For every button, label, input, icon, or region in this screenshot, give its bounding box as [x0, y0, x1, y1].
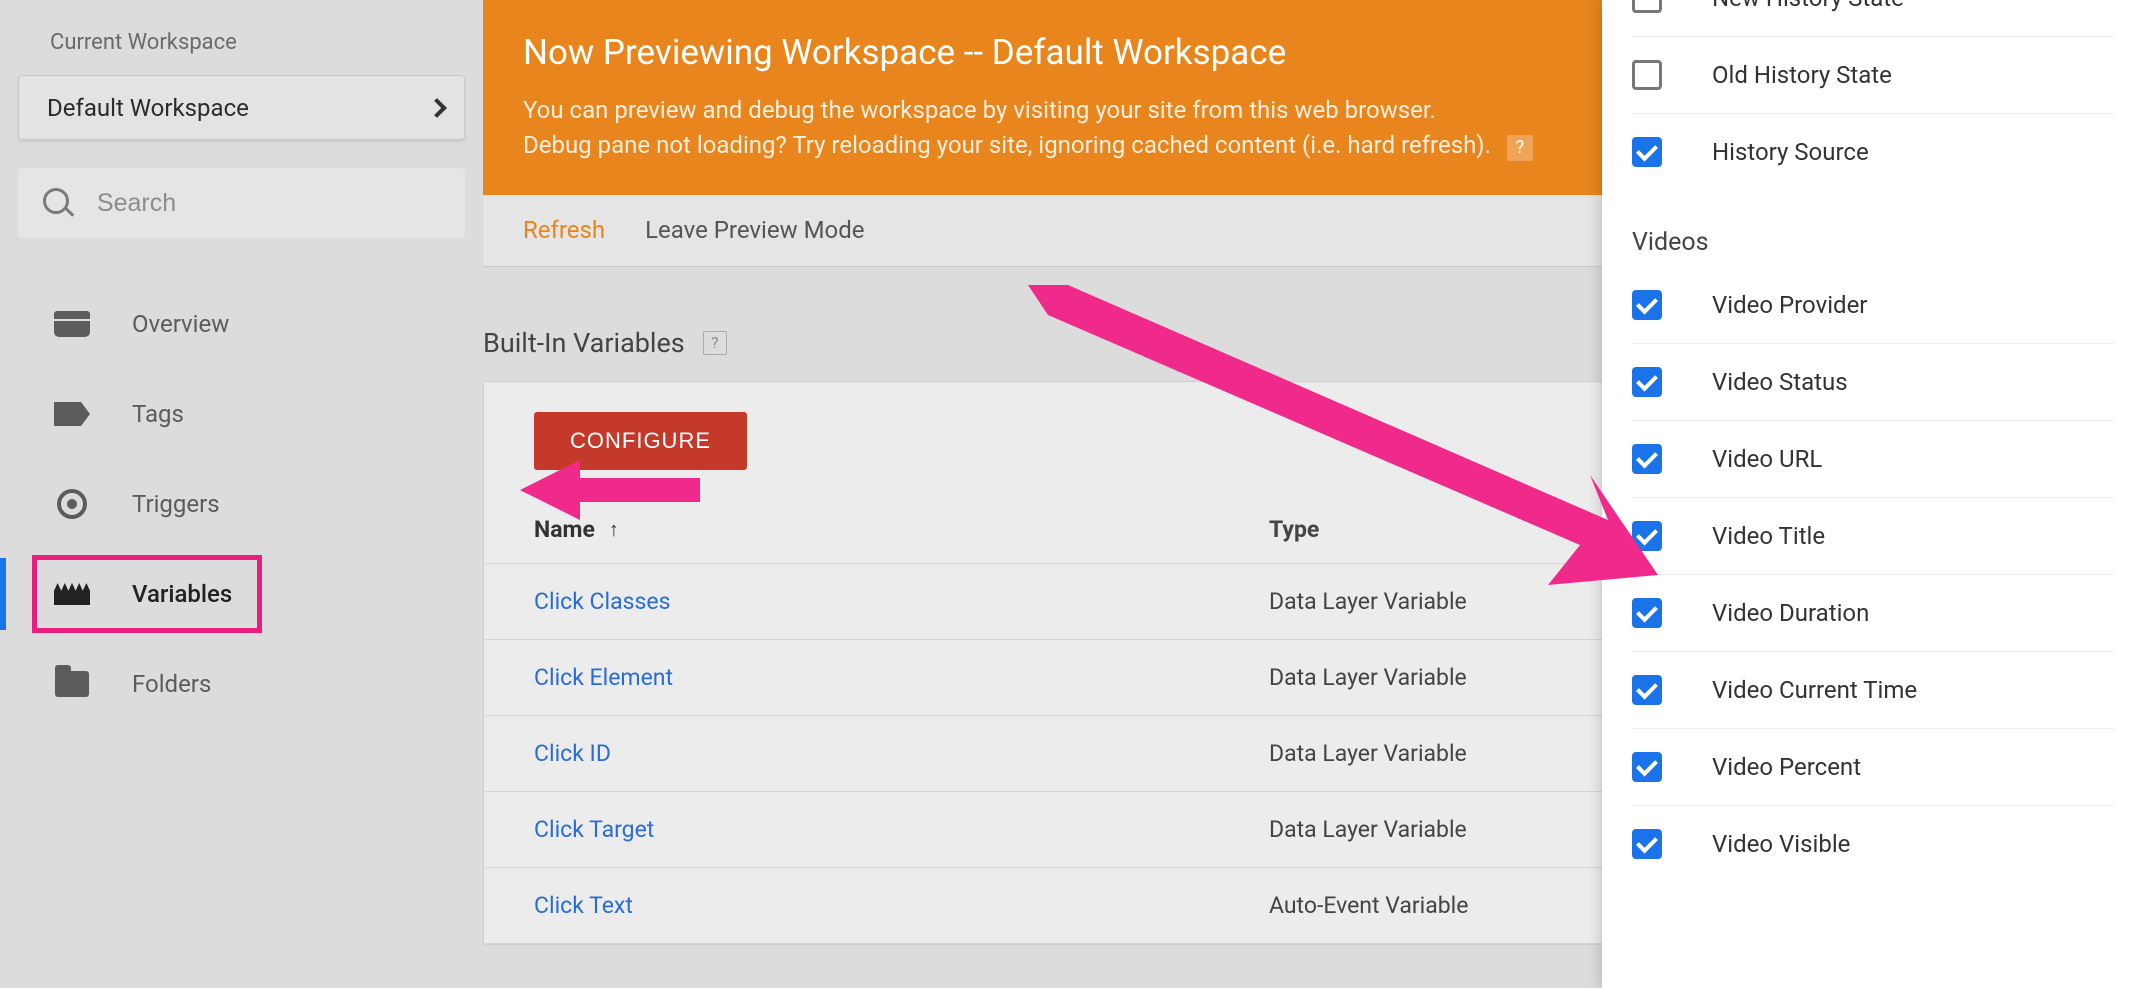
checkbox-unchecked[interactable]	[1632, 0, 1662, 13]
variable-type: Data Layer Variable	[1269, 588, 1467, 615]
search-box[interactable]	[18, 168, 465, 238]
checkbox-label: New History State	[1712, 0, 1904, 12]
tag-icon	[54, 402, 90, 426]
checkbox-label: Old History State	[1712, 61, 1892, 89]
variable-link[interactable]: Click Target	[534, 816, 654, 843]
checkbox-label: History Source	[1712, 138, 1869, 166]
variable-type: Data Layer Variable	[1269, 816, 1467, 843]
workspace-name: Default Workspace	[47, 94, 249, 122]
checkbox-label: Video Visible	[1712, 830, 1850, 858]
variable-link[interactable]: Click ID	[534, 740, 611, 767]
checkbox-label: Video Duration	[1712, 599, 1869, 627]
checkbox-label: Video URL	[1712, 445, 1822, 473]
checkbox-row[interactable]: Video Current Time	[1632, 652, 2114, 729]
overview-icon	[54, 311, 90, 337]
checkbox-checked[interactable]	[1632, 829, 1662, 859]
checkbox-checked[interactable]	[1632, 137, 1662, 167]
search-input[interactable]	[97, 189, 440, 218]
current-workspace-label: Current Workspace	[50, 30, 483, 55]
leave-preview-link[interactable]: Leave Preview Mode	[645, 216, 864, 244]
checkbox-label: Video Current Time	[1712, 676, 1917, 704]
sidebar-item-label: Overview	[132, 310, 229, 338]
checkbox-row[interactable]: Video URL	[1632, 421, 2114, 498]
sidebar: Current Workspace Default Workspace Over…	[0, 0, 483, 988]
configure-panel: New History State Old History State Histo…	[1602, 0, 2154, 988]
checkbox-row[interactable]: New History State	[1632, 0, 2114, 37]
folder-icon	[55, 671, 89, 697]
variable-link[interactable]: Click Classes	[534, 588, 670, 615]
sidebar-item-label: Variables	[132, 580, 232, 608]
chevron-right-icon	[427, 98, 447, 118]
sidebar-item-label: Tags	[132, 400, 184, 428]
checkbox-row[interactable]: Video Duration	[1632, 575, 2114, 652]
sidebar-item-label: Folders	[132, 670, 211, 698]
search-icon	[43, 188, 69, 218]
panel-group-heading: Videos	[1632, 190, 2114, 267]
checkbox-row[interactable]: Video Visible	[1632, 806, 2114, 882]
checkbox-row[interactable]: Old History State	[1632, 37, 2114, 114]
checkbox-row[interactable]: Video Status	[1632, 344, 2114, 421]
checkbox-label: Video Percent	[1712, 753, 1861, 781]
variable-type: Data Layer Variable	[1269, 740, 1467, 767]
checkbox-label: Video Status	[1712, 368, 1848, 396]
variable-type: Auto-Event Variable	[1269, 892, 1468, 919]
workspace-selector[interactable]: Default Workspace	[18, 75, 465, 140]
sidebar-item-tags[interactable]: Tags	[0, 378, 483, 450]
sidebar-item-label: Triggers	[132, 490, 220, 518]
checkbox-checked[interactable]	[1632, 290, 1662, 320]
refresh-link[interactable]: Refresh	[523, 216, 605, 244]
checkbox-row[interactable]: Video Title	[1632, 498, 2114, 575]
sort-ascending-icon: ↑	[609, 517, 619, 542]
help-icon[interactable]: ?	[1507, 135, 1533, 161]
checkbox-row[interactable]: Video Percent	[1632, 729, 2114, 806]
checkbox-label: Video Provider	[1712, 291, 1867, 319]
checkbox-checked[interactable]	[1632, 367, 1662, 397]
variable-link[interactable]: Click Element	[534, 664, 673, 691]
checkbox-unchecked[interactable]	[1632, 60, 1662, 90]
trigger-icon	[57, 489, 87, 519]
checkbox-checked[interactable]	[1632, 752, 1662, 782]
checkbox-checked[interactable]	[1632, 521, 1662, 551]
checkbox-checked[interactable]	[1632, 598, 1662, 628]
sidebar-item-variables[interactable]: Variables	[0, 558, 483, 630]
col-name-header[interactable]: Name ↑	[534, 516, 1269, 543]
help-icon[interactable]: ?	[703, 331, 727, 355]
sidebar-item-overview[interactable]: Overview	[0, 288, 483, 360]
checkbox-checked[interactable]	[1632, 675, 1662, 705]
variables-icon	[54, 583, 90, 605]
sidebar-item-folders[interactable]: Folders	[0, 648, 483, 720]
checkbox-row[interactable]: History Source	[1632, 114, 2114, 190]
sidebar-nav: Overview Tags Triggers Variables Folders	[0, 288, 483, 720]
variable-link[interactable]: Click Text	[534, 892, 633, 919]
col-type-header[interactable]: Type	[1269, 516, 1319, 543]
configure-button[interactable]: CONFIGURE	[534, 412, 747, 470]
sidebar-item-triggers[interactable]: Triggers	[0, 468, 483, 540]
checkbox-row[interactable]: Video Provider	[1632, 267, 2114, 344]
variable-type: Data Layer Variable	[1269, 664, 1467, 691]
checkbox-label: Video Title	[1712, 522, 1825, 550]
active-indicator	[0, 558, 6, 630]
checkbox-checked[interactable]	[1632, 444, 1662, 474]
